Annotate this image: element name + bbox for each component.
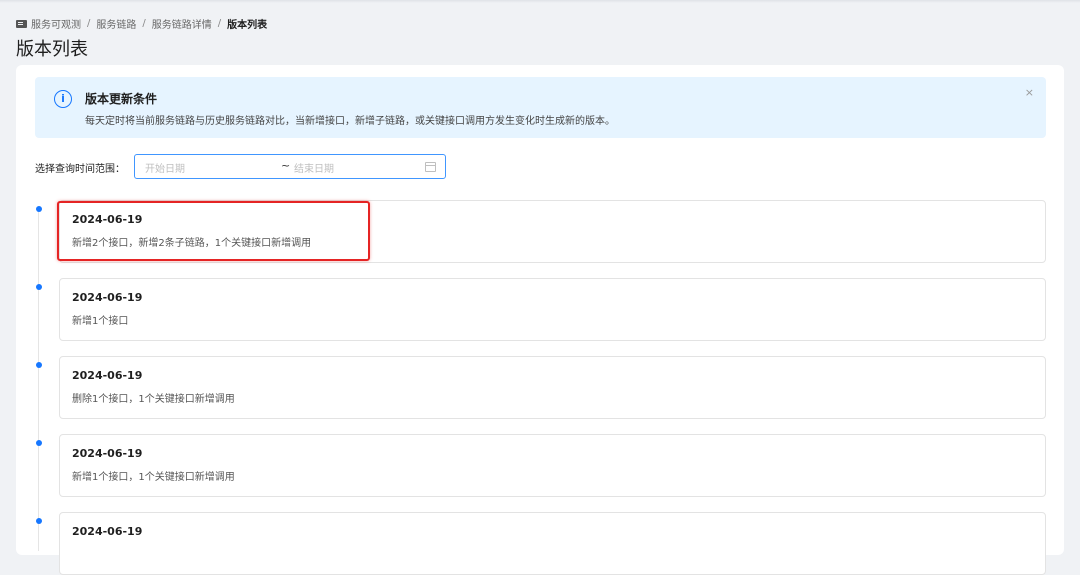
version-date: 2024-06-19 [72, 291, 143, 304]
breadcrumb-item-service-chain[interactable]: 服务链路 [96, 16, 136, 31]
time-range-label: 选择查询时间范围： [35, 164, 125, 175]
calendar-icon[interactable] [425, 162, 436, 172]
breadcrumb-separator: / [217, 18, 222, 29]
highlight-annotation [57, 201, 370, 261]
close-icon[interactable]: × [1025, 86, 1034, 99]
range-separator: ~ [281, 159, 291, 172]
date-range-picker[interactable]: 开始日期 ~ 结束日期 [134, 154, 446, 179]
breadcrumb-separator: / [87, 18, 91, 29]
start-date-input[interactable]: 开始日期 [145, 160, 185, 175]
observability-icon [16, 19, 27, 28]
main-card: i 版本更新条件 每天定时将当前服务链路与历史服务链路对比，当新增接口，新增子链… [16, 65, 1064, 575]
top-shadow [0, 0, 1080, 3]
breadcrumb-item-observability[interactable]: 服务可观测 [31, 16, 81, 31]
version-date: 2024-06-19 [72, 525, 143, 538]
timeline-dot [36, 518, 42, 524]
breadcrumb-separator: / [142, 18, 146, 29]
timeline-dot [36, 206, 42, 212]
end-date-input[interactable]: 结束日期 [294, 160, 334, 175]
breadcrumb-item-chain-detail[interactable]: 服务链路详情 [152, 16, 212, 31]
info-alert: i 版本更新条件 每天定时将当前服务链路与历史服务链路对比，当新增接口，新增子链… [35, 77, 1046, 138]
version-card[interactable]: 2024-06-19 删除1个接口，1个关键接口新增调用 [59, 356, 1046, 419]
timeline-dot [36, 362, 42, 368]
timeline-dot [36, 284, 42, 290]
version-card[interactable]: 2024-06-19 [59, 512, 1046, 575]
version-description: 新增1个接口 [72, 316, 129, 327]
timeline-line [38, 211, 39, 551]
version-date: 2024-06-19 [72, 447, 143, 460]
version-card[interactable]: 2024-06-19 新增1个接口，1个关键接口新增调用 [59, 434, 1046, 497]
version-description: 删除1个接口，1个关键接口新增调用 [72, 394, 235, 405]
version-date: 2024-06-19 [72, 369, 143, 382]
alert-title: 版本更新条件 [85, 92, 158, 106]
breadcrumb: 服务可观测 / 服务链路 / 服务链路详情 / 版本列表 [16, 16, 267, 31]
version-description: 新增1个接口，1个关键接口新增调用 [72, 472, 235, 483]
alert-description: 每天定时将当前服务链路与历史服务链路对比，当新增接口，新增子链路，或关键接口调用… [85, 116, 615, 127]
breadcrumb-item-version-list: 版本列表 [227, 20, 268, 31]
info-icon: i [54, 90, 72, 108]
page-title: 版本列表 [16, 39, 88, 60]
timeline-dot [36, 440, 42, 446]
version-card[interactable]: 2024-06-19 新增1个接口 [59, 278, 1046, 341]
